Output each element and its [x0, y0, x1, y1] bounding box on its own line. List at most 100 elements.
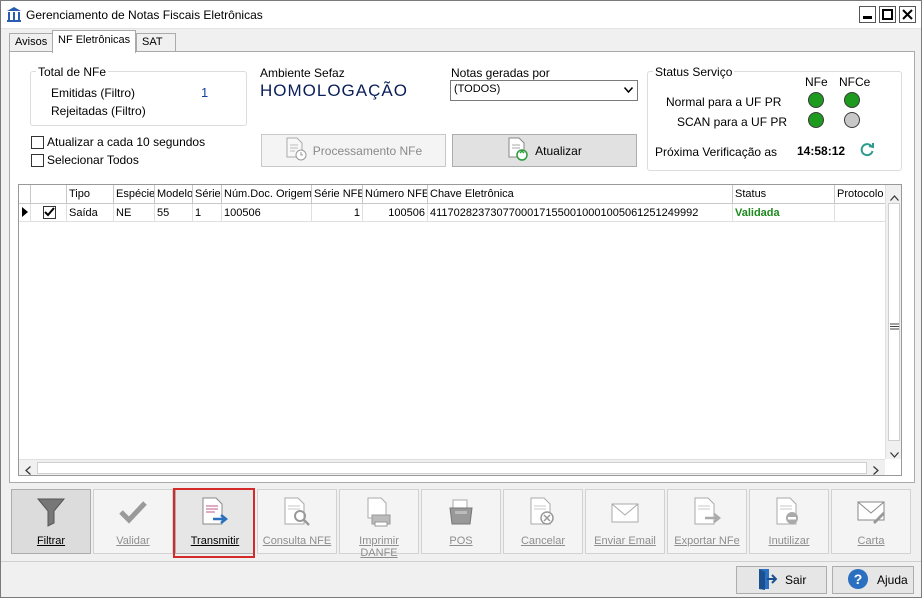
emitidas-count: 1: [201, 85, 209, 100]
cell-protocolo: [835, 204, 885, 222]
validar-label: Validar: [116, 535, 150, 547]
table-row[interactable]: Saída NE 55 1 100506 1 100506 4117028237…: [19, 204, 885, 222]
row-indicator-icon: [19, 204, 31, 222]
tab-nf-eletronicas[interactable]: NF Eletrônicas: [52, 30, 137, 53]
scroll-down-icon[interactable]: [890, 447, 899, 461]
normal-nfce-status-icon: [844, 92, 860, 108]
header-indicator: [19, 185, 31, 204]
header-modelo[interactable]: Modelo: [155, 185, 193, 204]
horizontal-scroll-thumb[interactable]: [37, 462, 867, 474]
atualizar-label: Atualizar: [535, 143, 582, 158]
header-serie[interactable]: Série: [193, 185, 222, 204]
exportar-nfe-button[interactable]: Exportar NFe: [667, 489, 747, 554]
cell-modelo: 55: [155, 204, 193, 222]
cancel-document-icon: [530, 497, 554, 525]
pos-printer-icon: [449, 499, 473, 525]
header-tipo[interactable]: Tipo: [67, 185, 114, 204]
scroll-right-icon[interactable]: [873, 464, 879, 475]
svg-text:?: ?: [854, 571, 863, 587]
filtrar-button[interactable]: Filtrar: [11, 489, 91, 554]
inutilizar-button[interactable]: Inutilizar: [749, 489, 829, 554]
disable-document-icon: [776, 497, 798, 525]
atualizar-button[interactable]: Atualizar: [452, 134, 637, 167]
auto-update-option[interactable]: Atualizar a cada 10 segundos: [31, 135, 205, 149]
close-button[interactable]: [899, 6, 916, 23]
inutilizar-label: Inutilizar: [768, 535, 810, 547]
cell-tipo: Saída: [67, 204, 114, 222]
maximize-button[interactable]: [879, 6, 896, 23]
consulta-nfe-button[interactable]: Consulta NFE: [257, 489, 337, 554]
nfe-grid: Tipo Espécie Modelo Série Núm.Doc. Orige…: [18, 184, 902, 476]
cell-serie: 1: [193, 204, 222, 222]
title-bar: Gerenciamento de Notas Fiscais Eletrônic…: [1, 1, 921, 29]
tab-avisos[interactable]: Avisos: [9, 33, 54, 52]
scroll-up-icon[interactable]: [890, 190, 899, 204]
processamento-nfe-label: Processamento NFe: [312, 143, 423, 158]
imprimir-danfe-label: Imprimir DANFE: [359, 535, 399, 559]
checkmark-icon: [44, 207, 55, 217]
sair-button[interactable]: Sair: [736, 566, 827, 594]
validar-button[interactable]: Validar: [93, 489, 173, 554]
header-numero-nfe[interactable]: Número NFE: [363, 185, 428, 204]
ajuda-button[interactable]: ? Ajuda: [832, 566, 914, 594]
pos-button[interactable]: POS: [421, 489, 501, 554]
carta-button[interactable]: Carta: [831, 489, 911, 554]
totals-group-label: Total de NFe: [36, 65, 109, 79]
consulta-nfe-label: Consulta NFE: [262, 535, 332, 547]
main-window: Gerenciamento de Notas Fiscais Eletrônic…: [0, 0, 922, 598]
cell-status: Validada: [733, 204, 835, 222]
footer-separator: [1, 561, 921, 562]
refresh-status-icon[interactable]: [859, 141, 875, 160]
search-document-icon: [284, 497, 310, 526]
imprimir-danfe-button[interactable]: Imprimir DANFE: [339, 489, 419, 559]
header-status[interactable]: Status: [733, 185, 835, 204]
row-select-cell[interactable]: [31, 204, 67, 222]
header-num-doc-origem[interactable]: Núm.Doc. Origem: [222, 185, 312, 204]
header-protocolo[interactable]: Protocolo A: [835, 185, 885, 204]
header-select[interactable]: [31, 185, 67, 204]
minimize-button[interactable]: [859, 6, 876, 23]
exportar-nfe-label: Exportar NFe: [674, 535, 740, 547]
enviar-email-button[interactable]: Enviar Email: [585, 489, 665, 554]
status-row-normal-label: Normal para a UF PR: [666, 95, 782, 109]
chevron-down-icon: [624, 87, 633, 93]
header-serie-nfe[interactable]: Série NFE: [312, 185, 363, 204]
enviar-email-label: Enviar Email: [594, 535, 656, 547]
tab-sat[interactable]: SAT: [136, 33, 176, 52]
print-document-icon: [367, 497, 391, 527]
notas-geradas-label: Notas geradas por: [451, 66, 550, 80]
grid-horizontal-scrollbar[interactable]: [19, 459, 885, 475]
header-especie[interactable]: Espécie: [114, 185, 155, 204]
header-chave-eletronica[interactable]: Chave Eletrônica: [428, 185, 733, 204]
row-checkbox-checked[interactable]: [43, 206, 56, 219]
help-icon: ?: [847, 568, 869, 593]
next-check-label: Próxima Verificação as: [655, 145, 778, 159]
status-servico-label: Status Serviço: [653, 65, 735, 79]
grid-header: Tipo Espécie Modelo Série Núm.Doc. Orige…: [19, 185, 885, 204]
ajuda-label: Ajuda: [877, 573, 908, 587]
app-building-icon: [6, 6, 22, 23]
processing-document-icon: [285, 137, 307, 164]
letter-icon: [857, 501, 885, 524]
email-icon: [611, 503, 639, 523]
cell-especie: NE: [114, 204, 155, 222]
next-check-time: 14:58:12: [797, 144, 846, 158]
export-document-icon: [694, 497, 722, 525]
transmitir-highlight-frame: [173, 488, 255, 558]
auto-update-checkbox[interactable]: [31, 135, 44, 149]
emitidas-label: Emitidas (Filtro): [51, 86, 136, 100]
cell-numero-nfe: 100506: [363, 204, 428, 222]
ambiente-label: Ambiente Sefaz: [260, 66, 345, 80]
notas-geradas-select[interactable]: (TODOS): [450, 80, 638, 101]
refresh-document-icon: [507, 137, 529, 164]
select-all-option[interactable]: Selecionar Todos: [31, 153, 139, 167]
processamento-nfe-button[interactable]: Processamento NFe: [261, 134, 446, 167]
scroll-left-icon[interactable]: [25, 464, 31, 475]
cancelar-button[interactable]: Cancelar: [503, 489, 583, 554]
scan-nfce-status-icon: [844, 112, 860, 128]
select-all-checkbox[interactable]: [31, 153, 44, 167]
select-all-label: Selecionar Todos: [47, 153, 139, 167]
status-col-nfe: NFe: [805, 75, 828, 89]
grid-vertical-scrollbar[interactable]: [885, 185, 901, 461]
cell-chave-eletronica: 4117028237307700017155001000100506125124…: [428, 204, 733, 222]
